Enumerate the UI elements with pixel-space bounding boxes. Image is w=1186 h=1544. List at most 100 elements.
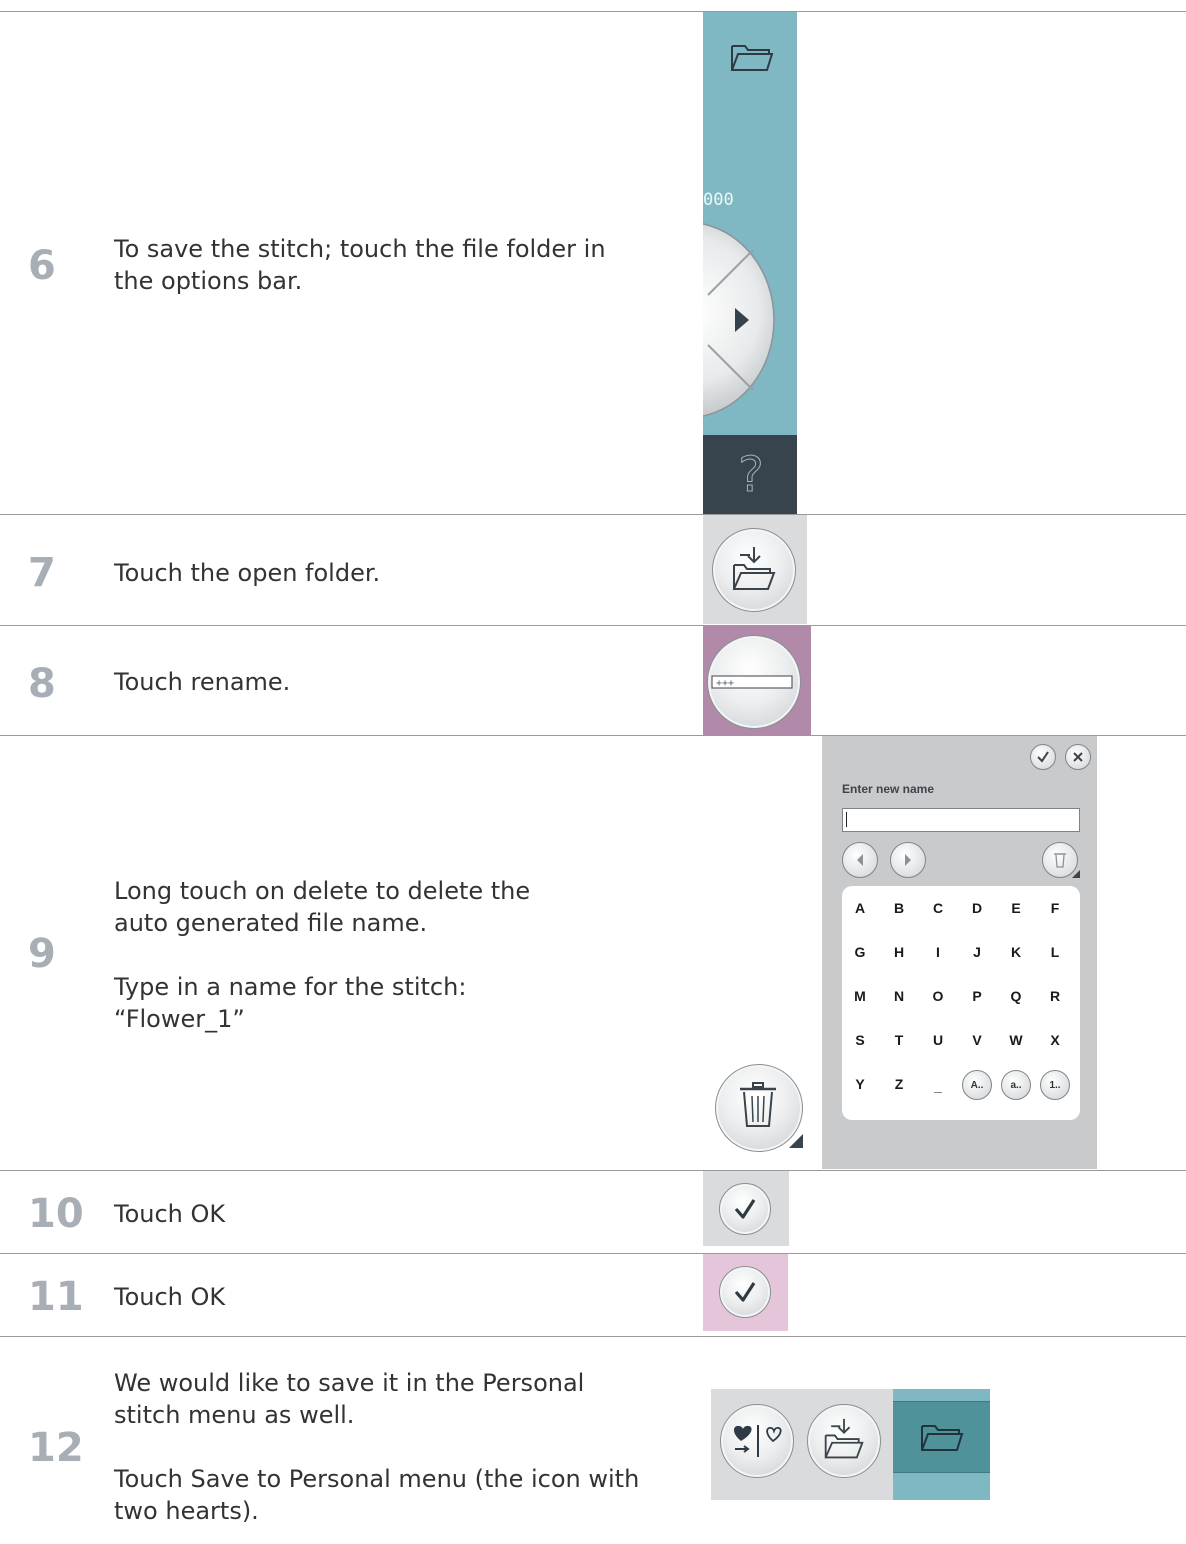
checkmark-icon (734, 1282, 756, 1302)
folder-tab-selected[interactable] (893, 1401, 990, 1473)
key[interactable]: V (962, 1032, 992, 1048)
step-text: To save the stitch; touch the file folde… (114, 233, 634, 297)
key[interactable]: K (1001, 944, 1031, 960)
delete-button[interactable] (713, 1062, 805, 1154)
close-button[interactable] (1065, 744, 1091, 770)
key[interactable]: G (845, 944, 875, 960)
key[interactable]: H (884, 944, 914, 960)
direction-wheel[interactable] (703, 220, 775, 420)
play-arrow-icon[interactable] (734, 307, 750, 337)
divider (0, 514, 1186, 515)
arrow-left-icon (857, 854, 863, 866)
key[interactable]: T (884, 1032, 914, 1048)
open-folder-button[interactable] (712, 528, 796, 612)
rename-dialog: Enter new name A B C D E F G H I J K L M… (822, 736, 1097, 1169)
ok-panel (703, 1254, 788, 1331)
rename-button[interactable]: +++ (707, 635, 801, 729)
step-text: Touch OK (114, 1198, 654, 1230)
step-paragraph: To save the stitch; touch the file folde… (114, 235, 606, 295)
step-text: Touch rename. (114, 666, 654, 698)
cursor-right-button[interactable] (890, 842, 926, 878)
key[interactable]: N (884, 988, 914, 1004)
dialog-label: Enter new name (842, 782, 935, 796)
step-paragraph: Touch OK (114, 1283, 226, 1311)
key[interactable]: O (923, 988, 953, 1004)
divider (0, 1170, 1186, 1171)
step-paragraph: Touch OK (114, 1200, 226, 1228)
key[interactable]: B (884, 900, 914, 916)
counter-text: 000 (703, 190, 734, 210)
folder-icon (921, 1425, 964, 1451)
divider (0, 625, 1186, 626)
checkmark-icon (1037, 751, 1049, 763)
two-hearts-icon (734, 1425, 782, 1457)
key[interactable]: C (923, 900, 953, 916)
arrow-right-icon (905, 854, 911, 866)
lowercase-mode-key[interactable]: a.. (1001, 1070, 1031, 1100)
key[interactable]: W (1001, 1032, 1031, 1048)
key[interactable]: P (962, 988, 992, 1004)
key[interactable]: E (1001, 900, 1031, 916)
key[interactable]: J (962, 944, 992, 960)
step-paragraph: Type in a name for the stitch: “Flower_1… (114, 973, 467, 1033)
keyboard: A B C D E F G H I J K L M N O P Q R S T … (842, 886, 1080, 1120)
key[interactable]: Y (845, 1076, 875, 1092)
ok-panel (703, 1171, 789, 1246)
key[interactable]: I (923, 944, 953, 960)
ok-button[interactable] (719, 1266, 771, 1318)
step-paragraph: Touch Save to Personal menu (the icon wi… (114, 1465, 640, 1525)
rename-panel: +++ (703, 626, 811, 735)
step-number: 7 (28, 550, 56, 596)
confirm-button[interactable] (1030, 744, 1056, 770)
uppercase-mode-key[interactable]: A.. (962, 1070, 992, 1100)
step-paragraph: Touch rename. (114, 668, 291, 696)
key[interactable]: D (962, 900, 992, 916)
step-number: 11 (28, 1274, 84, 1320)
divider (0, 11, 1186, 12)
divider (0, 1253, 1186, 1254)
step-number: 9 (28, 931, 56, 977)
step-paragraph: Long touch on delete to delete the auto … (114, 877, 531, 937)
open-folder-button[interactable] (807, 1404, 881, 1478)
numbers-mode-key[interactable]: 1.. (1040, 1070, 1070, 1100)
corner-triangle-icon (1072, 870, 1080, 878)
save-options-panel (711, 1389, 893, 1500)
key[interactable]: A (845, 900, 875, 916)
key[interactable]: _ (923, 1078, 953, 1094)
key[interactable]: M (845, 988, 875, 1004)
ok-button[interactable] (719, 1183, 771, 1235)
name-input[interactable] (842, 808, 1080, 832)
key[interactable]: F (1040, 900, 1070, 916)
step-text: Touch the open folder. (114, 557, 654, 589)
step-text: Long touch on delete to delete the auto … (114, 875, 584, 1035)
key[interactable]: L (1040, 944, 1070, 960)
step-number: 10 (28, 1191, 84, 1237)
help-icon[interactable]: ? (731, 445, 771, 505)
open-folder-icon (733, 547, 776, 590)
key[interactable]: R (1040, 988, 1070, 1004)
trash-icon (1054, 853, 1066, 868)
step-paragraph: Touch the open folder. (114, 559, 381, 587)
cursor-left-button[interactable] (842, 842, 878, 878)
options-bar: 000 (703, 12, 797, 435)
close-icon (1073, 752, 1083, 762)
step-number: 12 (28, 1425, 84, 1471)
trash-icon (740, 1082, 776, 1127)
step-number: 6 (28, 243, 56, 289)
folder-icon[interactable] (729, 42, 775, 74)
svg-text:+++: +++ (716, 678, 734, 689)
step-number: 8 (28, 661, 56, 707)
key[interactable]: Z (884, 1076, 914, 1092)
key[interactable]: Q (1001, 988, 1031, 1004)
text-cursor (846, 812, 847, 827)
step-text: Touch OK (114, 1281, 654, 1313)
step-text: We would like to save it in the Personal… (114, 1367, 644, 1527)
save-to-personal-button[interactable] (720, 1404, 794, 1478)
key[interactable]: S (845, 1032, 875, 1048)
key[interactable]: U (923, 1032, 953, 1048)
step-paragraph: We would like to save it in the Personal… (114, 1369, 585, 1429)
open-folder-icon (824, 1418, 864, 1459)
key[interactable]: X (1040, 1032, 1070, 1048)
help-area: ? (703, 435, 797, 514)
corner-triangle-icon (789, 1134, 803, 1148)
